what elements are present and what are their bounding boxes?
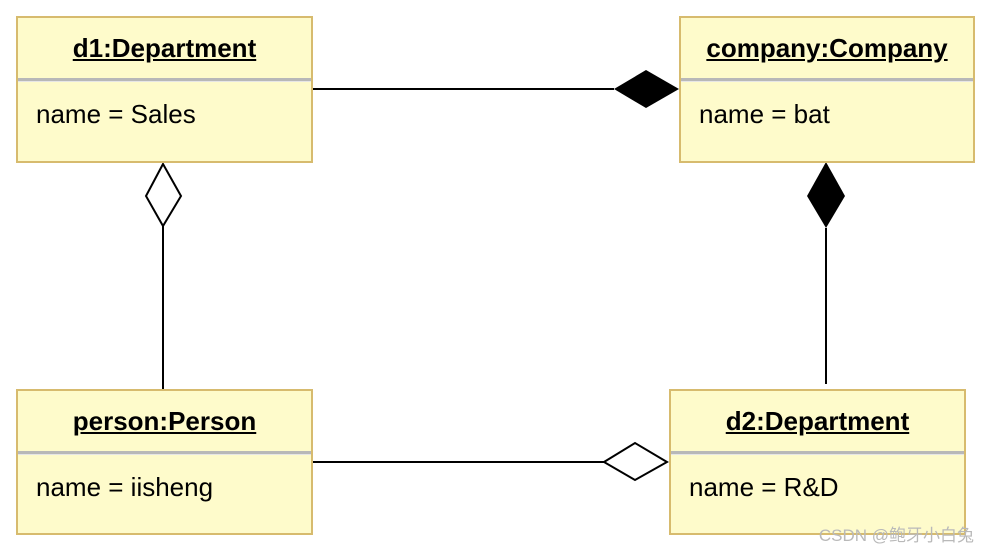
object-person[interactable]: person:Person name = iisheng [16, 389, 313, 535]
composition-diamond-company-left [614, 70, 679, 108]
object-attribute: name = Sales [36, 99, 196, 129]
object-title: d1:Department [18, 18, 311, 81]
object-company[interactable]: company:Company name = bat [679, 16, 975, 163]
aggregation-diamond-d2 [602, 441, 669, 482]
object-attribute: name = bat [699, 99, 830, 129]
composition-diamond-company-bottom [807, 162, 845, 228]
watermark: CSDN @鲍牙小白兔 [818, 526, 974, 545]
object-title: d2:Department [671, 391, 964, 454]
object-attribute: name = iisheng [36, 472, 214, 502]
object-d1-department[interactable]: d1:Department name = Sales [16, 16, 313, 163]
object-attribute: name = R&D [689, 472, 839, 502]
object-title: company:Company [681, 18, 973, 81]
object-title: person:Person [18, 391, 311, 454]
object-d2-department[interactable]: d2:Department name = R&D [669, 389, 966, 535]
aggregation-diamond-d1 [144, 161, 183, 228]
